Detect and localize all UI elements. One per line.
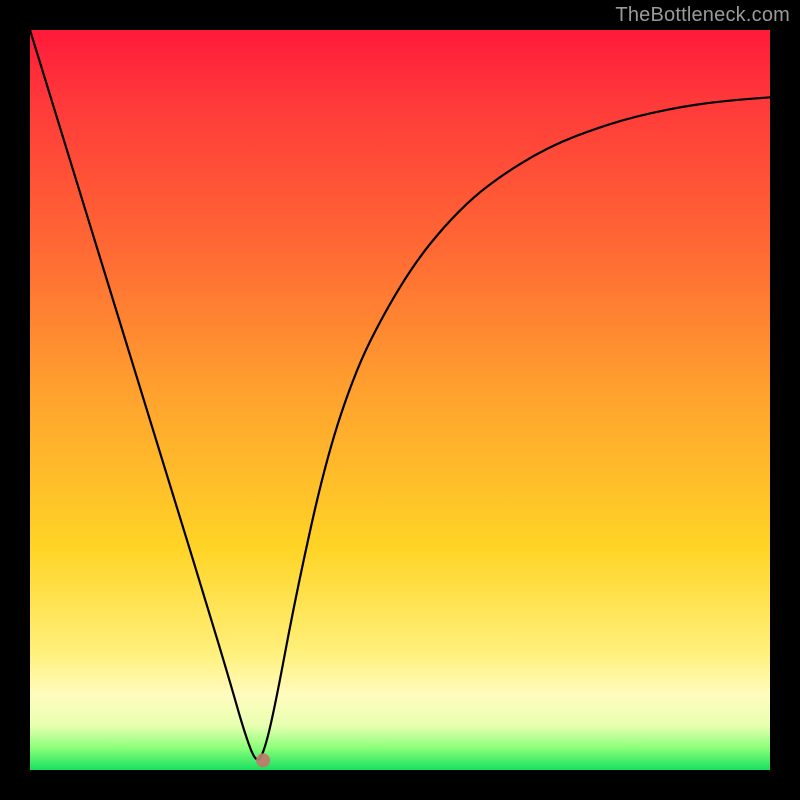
curve-svg xyxy=(30,30,770,770)
chart-frame: TheBottleneck.com xyxy=(0,0,800,800)
watermark-text: TheBottleneck.com xyxy=(615,4,790,27)
optimum-marker xyxy=(256,753,270,767)
plot-area xyxy=(30,30,770,770)
bottleneck-curve xyxy=(30,30,770,760)
